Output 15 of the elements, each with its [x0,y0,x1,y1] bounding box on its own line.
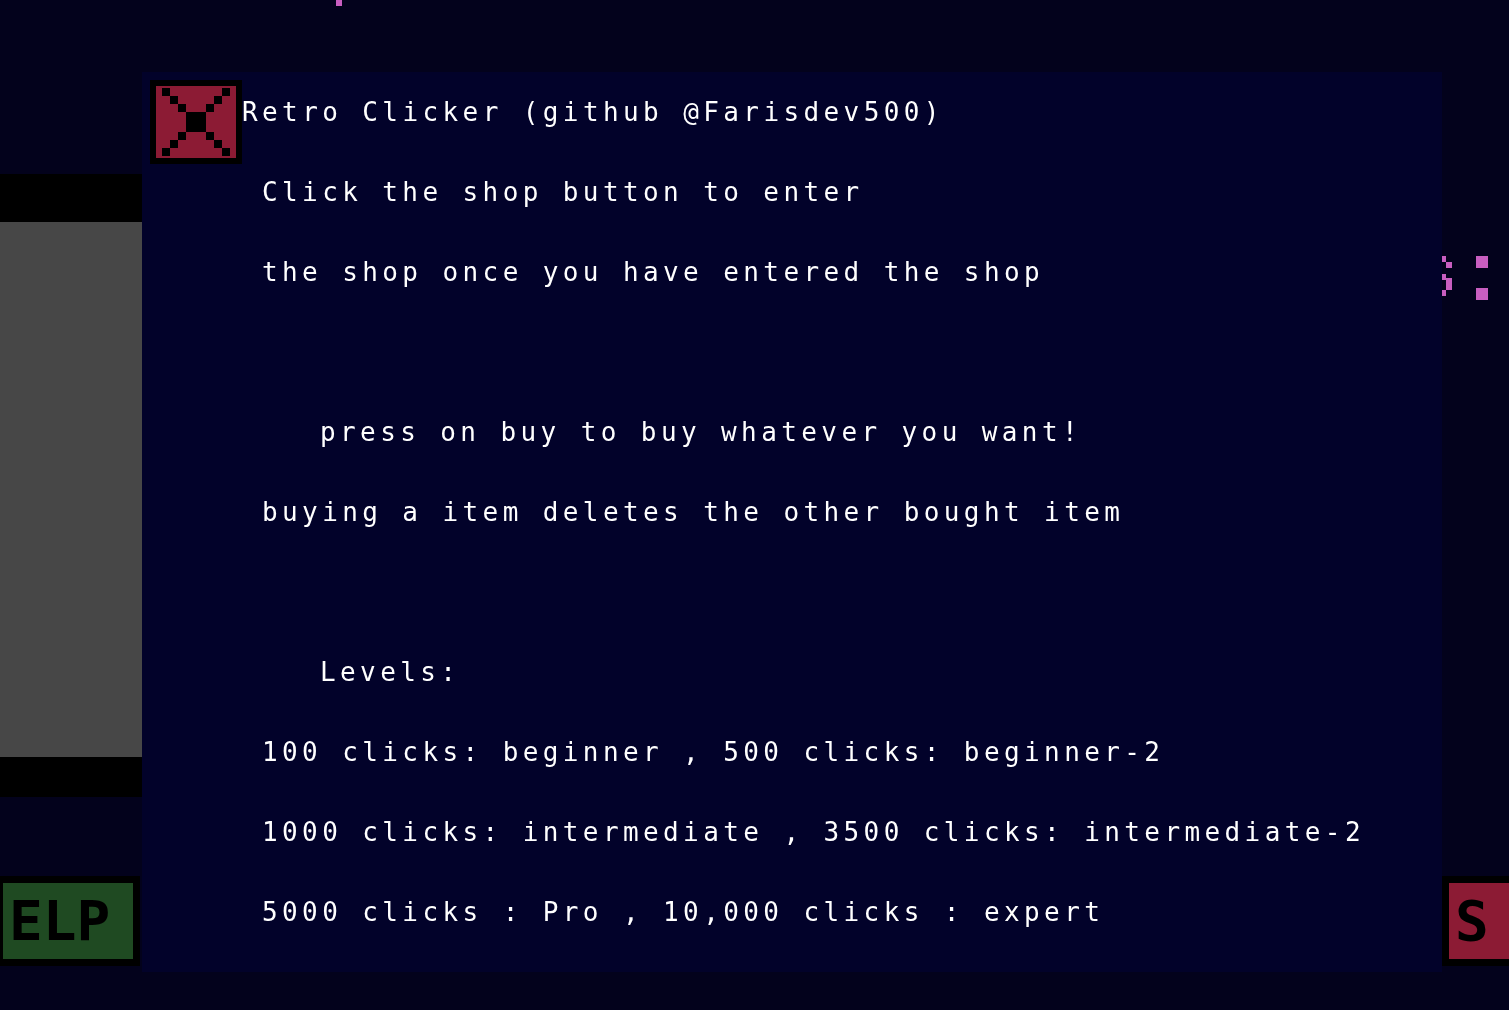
help-button[interactable]: ELP [0,876,140,966]
close-icon [162,88,230,156]
help-heading: press on buy to buy whatever you want! [320,417,1083,447]
pixel-colon-icon [1442,256,1490,300]
close-button[interactable] [150,80,242,164]
help-text: 5000 clicks : Pro , 10,000 clicks : expert [262,897,1105,927]
help-text: 100 clicks: beginner , 500 clicks: beginner-2 [262,737,1165,767]
help-text: buying a item deletes the other bought item [262,497,1125,527]
help-text: 1000 clicks: intermediate , 3500 clicks: intermediate-2 [262,817,1365,847]
shop-button[interactable]: S [1442,876,1509,966]
help-heading: Levels: [320,657,461,687]
help-text: Click the shop button to enter [262,177,864,207]
pixel-mark-icon [336,0,342,6]
dialog-title: Retro Clicker (github @Farisdev500) [242,97,944,127]
help-text: the shop once you have entered the shop [262,257,1045,287]
